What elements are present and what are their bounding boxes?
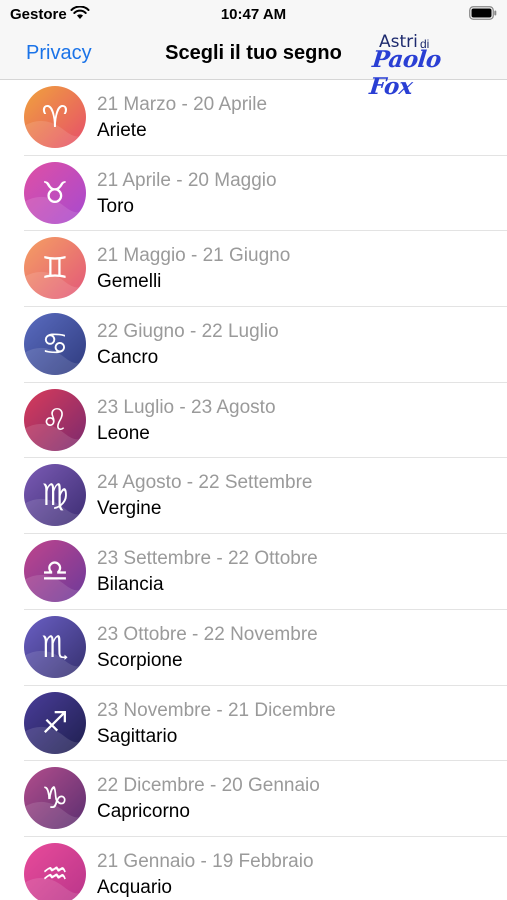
zodiac-sign-list: ♈ 21 Marzo - 20 Aprile Ariete ♉ 21 Aprile - … [0,80,507,900]
virgo-icon: ♍ [24,464,86,527]
sign-name: Scorpione [97,649,183,671]
sagittarius-icon: ♐ [24,691,86,754]
svg-text:♌: ♌ [42,403,69,438]
sign-name: Cancro [97,347,159,369]
sign-dates: 23 Novembre - 21 Dicembre [97,699,336,721]
sign-dates: 21 Aprile - 20 Maggio [97,169,277,191]
sign-row-gemelli[interactable]: ♊ 21 Maggio - 21 Giugno Gemelli [24,231,507,308]
sign-dates: 22 Dicembre - 20 Gennaio [97,775,320,797]
sign-row-toro[interactable]: ♉ 21 Aprile - 20 Maggio Toro [24,156,507,232]
sign-dates: 22 Giugno - 22 Luglio [97,321,279,343]
sign-row-capricorno[interactable]: ♑ 22 Dicembre - 20 Gennaio Capricorno [24,761,507,837]
sign-dates: 23 Settembre - 22 Ottobre [97,548,318,570]
svg-text:♎: ♎ [42,554,69,589]
sign-name: Bilancia [97,574,164,596]
sign-name: Ariete [97,120,147,141]
gemini-icon: ♊ [24,237,86,300]
sign-dates: 21 Maggio - 21 Giugno [97,245,291,267]
sign-dates: 24 Agosto - 22 Settembre [97,472,313,494]
svg-text:♊: ♊ [42,251,69,286]
svg-text:♒: ♒ [42,857,69,892]
sign-name: Acquario [97,876,172,898]
aquarius-icon: ♒ [24,842,86,900]
svg-text:♈: ♈ [42,100,69,135]
sign-name: Sagittario [97,725,178,747]
aries-icon: ♈ [24,86,86,148]
sign-dates: 21 Gennaio - 19 Febbraio [97,850,314,872]
sign-dates: 23 Luglio - 23 Agosto [97,396,276,418]
sign-name: Vergine [97,498,162,520]
battery-icon [469,6,497,20]
status-bar: Gestore 10:47 AM [0,0,507,28]
sign-dates: 21 Marzo - 20 Aprile [97,94,268,115]
svg-text:♉: ♉ [42,176,69,211]
cancer-icon: ♋ [24,313,86,376]
svg-text:♋: ♋ [42,327,69,362]
navigation-bar: Privacy Scegli il tuo segno Astri di Pao… [0,28,507,100]
scorpio-icon: ♏ [24,615,86,678]
sign-row-leone[interactable]: ♌ 23 Luglio - 23 Agosto Leone [24,383,507,459]
sign-row-scorpione[interactable]: ♏ 23 Ottobre - 22 Novembre Scorpione [24,610,507,686]
svg-text:♑: ♑ [42,781,69,816]
sign-row-vergine[interactable]: ♍ 24 Agosto - 22 Settembre Vergine [24,458,507,535]
sign-row-sagittario[interactable]: ♐ 23 Novembre - 21 Dicembre Sagittario [24,686,507,762]
sign-row-acquario[interactable]: ♒ 21 Gennaio - 19 Febbraio Acquario [24,837,507,900]
taurus-icon: ♉ [24,161,86,224]
sign-row-ariete[interactable]: ♈ 21 Marzo - 20 Aprile Ariete [24,80,507,156]
sign-row-cancro[interactable]: ♋ 22 Giugno - 22 Luglio Cancro [24,307,507,383]
sign-name: Gemelli [97,271,162,293]
sign-row-bilancia[interactable]: ♎ 23 Settembre - 22 Ottobre Bilancia [24,534,507,610]
app-logo: Astri di Paolo Fox [368,30,469,100]
sign-name: Toro [97,195,134,217]
sign-name: Capricorno [97,801,190,823]
clock: 10:47 AM [220,6,287,23]
libra-icon: ♎ [24,540,86,603]
svg-text:♐: ♐ [42,706,69,741]
leo-icon: ♌ [24,388,86,451]
svg-text:♍: ♍ [42,478,69,513]
sign-dates: 23 Ottobre - 22 Novembre [97,623,318,645]
capricorn-icon: ♑ [24,767,86,830]
svg-text:♏: ♏ [42,630,69,665]
sign-name: Leone [97,422,150,444]
